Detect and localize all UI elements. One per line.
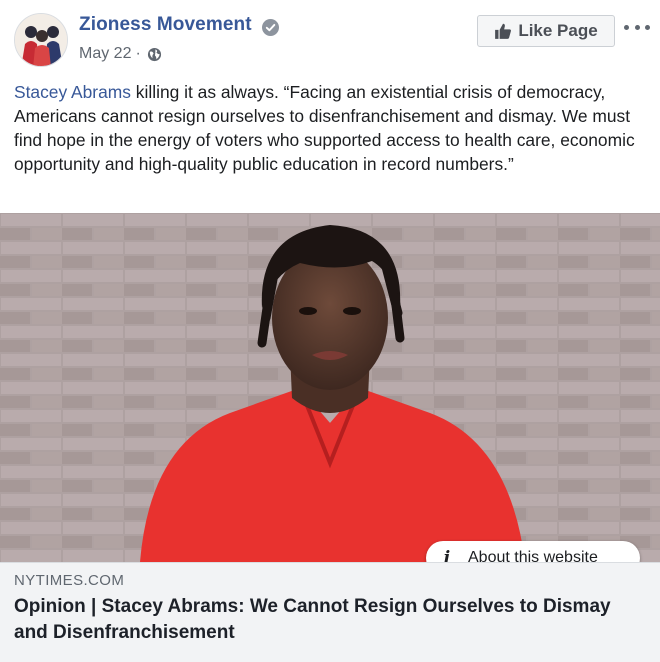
post-meta: May 22 · (79, 45, 162, 63)
post-message: Stacey Abrams killing it as always. “Fac… (14, 80, 644, 176)
link-preview-footer[interactable]: NYTIMES.COM Opinion | Stacey Abrams: We … (0, 562, 660, 662)
avatar-illustration (15, 14, 67, 66)
mention-link[interactable]: Stacey Abrams (14, 82, 131, 102)
more-options-icon[interactable] (624, 19, 650, 35)
link-headline[interactable]: Opinion | Stacey Abrams: We Cannot Resig… (14, 594, 644, 646)
meta-separator: · (135, 45, 141, 62)
link-preview-image[interactable] (0, 213, 660, 562)
portrait-photo (0, 213, 660, 562)
facebook-post: Zioness Movement May 22 · Like Page Stac… (0, 0, 660, 662)
link-domain: NYTIMES.COM (14, 572, 125, 589)
like-page-button[interactable]: Like Page (477, 15, 615, 47)
like-page-label: Like Page (518, 21, 598, 40)
post-date[interactable]: May 22 (79, 45, 131, 63)
page-name-link[interactable]: Zioness Movement (79, 14, 252, 36)
more-dot (624, 24, 629, 30)
post-header: Zioness Movement May 22 · Like Page (0, 0, 660, 76)
more-dot (634, 24, 640, 30)
page-avatar[interactable] (14, 13, 68, 67)
more-dot (645, 24, 650, 30)
thumbs-up-icon (495, 23, 512, 39)
globe-icon[interactable] (147, 47, 162, 62)
verified-badge-icon (262, 19, 279, 36)
